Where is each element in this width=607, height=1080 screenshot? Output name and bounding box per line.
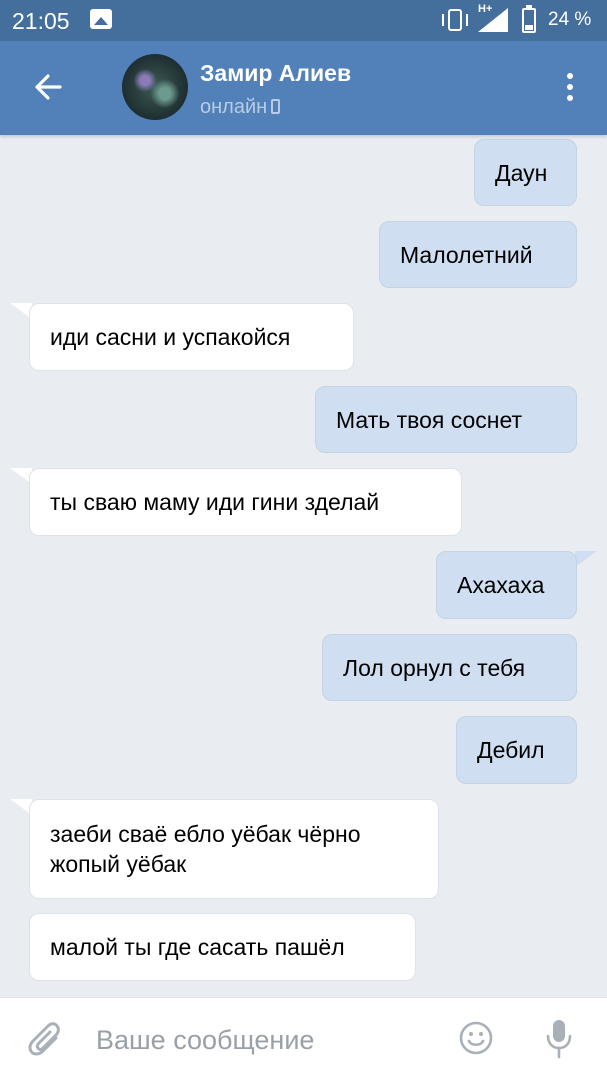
battery-icon	[522, 5, 536, 33]
contact-status: онлайн	[200, 96, 281, 119]
message-text: Малолетний	[400, 241, 533, 268]
message-incoming[interactable]: иди сасни и успакойся	[29, 303, 354, 371]
arrow-left-icon	[35, 74, 62, 100]
mobile-icon	[271, 99, 281, 114]
message-text: малой ты где сасать пашёл	[50, 934, 345, 960]
message-incoming[interactable]: малой ты где сасать пашёл	[29, 913, 416, 981]
message-outgoing[interactable]: Мать твоя соснет	[315, 386, 577, 453]
battery-percent: 24 %	[548, 9, 592, 30]
message-outgoing[interactable]: Малолетний	[379, 221, 577, 288]
back-button[interactable]	[24, 63, 72, 111]
vibrate-icon	[440, 7, 470, 33]
message-outgoing[interactable]: Дебил	[456, 716, 577, 784]
microphone-icon[interactable]	[544, 1018, 574, 1060]
message-text: Мать твоя соснет	[336, 406, 523, 433]
message-outgoing[interactable]: Даун	[474, 139, 577, 206]
emoji-icon[interactable]	[458, 1020, 494, 1056]
message-outgoing[interactable]: Лол орнул с тебя	[322, 634, 577, 701]
status-text: онлайн	[200, 96, 268, 118]
status-bar: 21:05 H+ 24 %	[0, 0, 607, 41]
avatar[interactable]	[122, 54, 188, 120]
bubble-tail	[575, 551, 597, 567]
contact-name[interactable]: Замир Алиев	[200, 60, 351, 87]
message-text: Даун	[495, 159, 548, 186]
status-time: 21:05	[12, 8, 70, 34]
message-incoming[interactable]: ты сваю маму иди гини зделай	[29, 468, 462, 536]
message-input[interactable]	[96, 1022, 426, 1058]
more-options-button[interactable]	[556, 67, 584, 107]
message-text: ты сваю маму иди гини зделай	[50, 489, 380, 515]
message-text: Ахахаха	[457, 572, 545, 598]
message-list[interactable]: Даун Малолетний иди сасни и успакойся Ма…	[0, 135, 607, 997]
message-incoming[interactable]: заеби сваё ебло уёбак чёрно жопый уёбак	[29, 799, 439, 899]
message-text: иди сасни и успакойся	[50, 324, 291, 350]
message-text: заеби сваё ебло уёбак чёрно жопый уёбак	[50, 821, 361, 877]
message-text: Лол орнул с тебя	[343, 654, 526, 681]
message-composer	[0, 997, 607, 1080]
gallery-notification-icon	[90, 9, 112, 29]
message-outgoing[interactable]: Ахахаха	[436, 551, 577, 619]
network-type: H+	[478, 3, 493, 15]
paperclip-icon[interactable]	[28, 1020, 64, 1060]
message-text: Дебил	[477, 737, 545, 763]
chat-header: Замир Алиев онлайн	[0, 41, 607, 135]
